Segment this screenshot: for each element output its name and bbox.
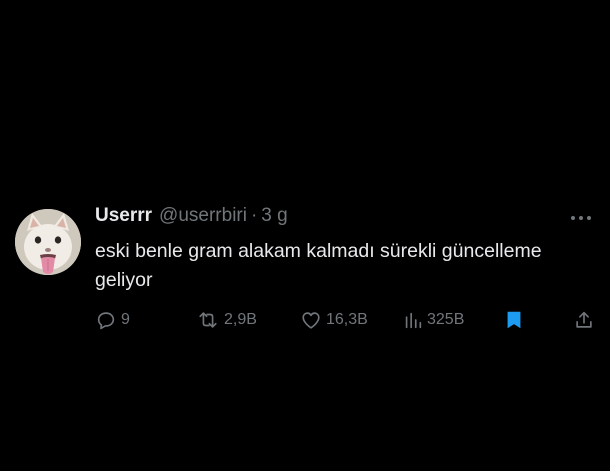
share-icon (573, 309, 595, 331)
timestamp[interactable]: 3 g (261, 205, 287, 227)
tweet[interactable]: Userrr @userrbiri · 3 g eski benle gram … (0, 0, 610, 471)
like-button[interactable]: 16,3B (300, 306, 368, 334)
retweet-button[interactable]: 2,9B (196, 306, 257, 334)
display-name[interactable]: Userrr (95, 205, 152, 227)
analytics-icon (403, 309, 423, 331)
more-horizontal-icon (571, 216, 591, 220)
bookmark-button[interactable] (504, 306, 524, 334)
retweet-icon (196, 309, 220, 331)
share-button[interactable] (573, 306, 595, 334)
reply-button[interactable]: 9 (95, 306, 130, 334)
tweet-header: Userrr @userrbiri · 3 g (95, 205, 288, 231)
reply-icon (95, 309, 117, 331)
retweet-count: 2,9B (224, 311, 257, 328)
views-button[interactable]: 325B (403, 306, 464, 334)
bookmark-icon (504, 309, 524, 331)
views-count: 325B (427, 311, 465, 328)
separator-dot: · (250, 205, 258, 226)
avatar[interactable] (15, 209, 81, 275)
like-count: 16,3B (326, 311, 368, 328)
tweet-text: eski benle gram alakam kalmadı sürekli g… (95, 240, 542, 291)
cat-avatar-image (15, 209, 81, 275)
reply-count: 9 (121, 311, 130, 328)
more-options-button[interactable] (566, 208, 596, 228)
user-handle[interactable]: @userrbiri (159, 205, 247, 227)
heart-icon (300, 309, 322, 331)
